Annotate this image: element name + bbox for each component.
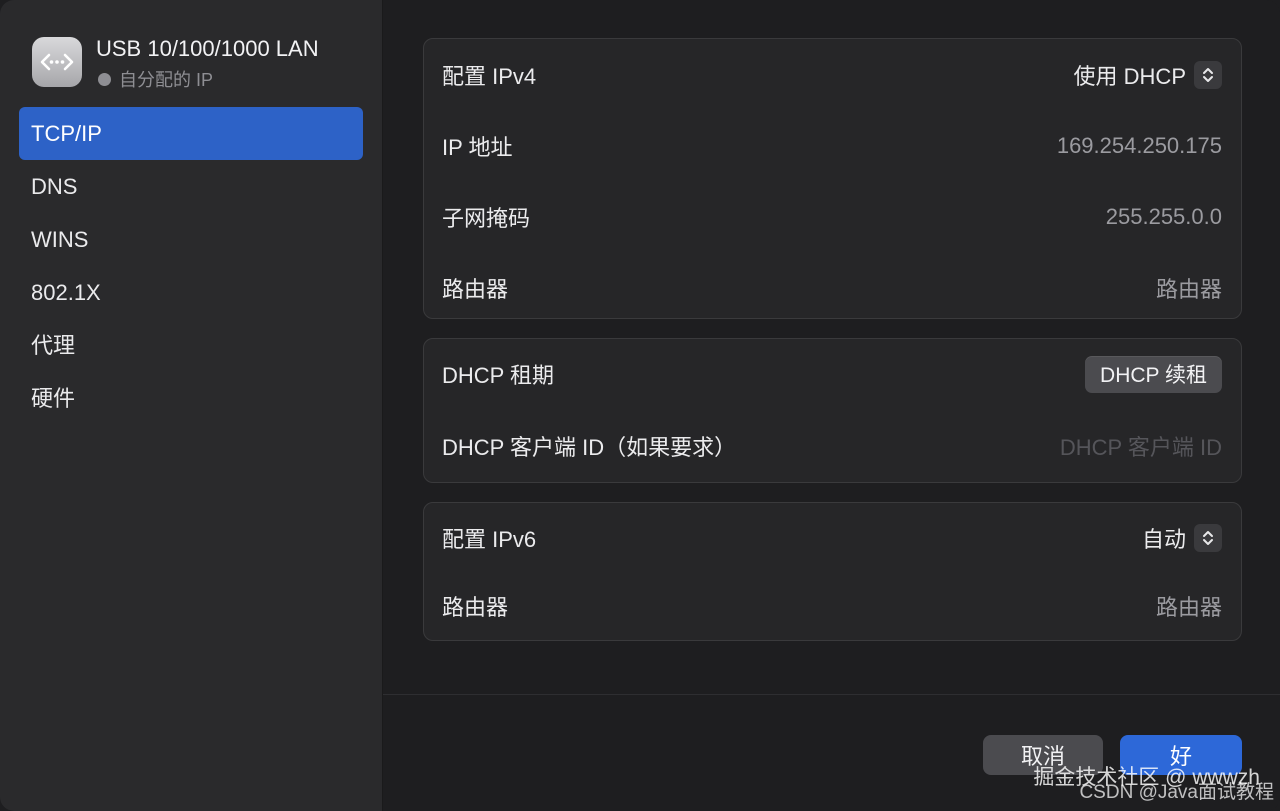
ipv4-router-row: 路由器 路由器	[424, 252, 1241, 323]
ipv6-router-label: 路由器	[442, 595, 509, 620]
sidebar-item-hardware[interactable]: 硬件	[19, 372, 363, 425]
ipv6-group: 配置 IPv6 自动 路由器 路由器	[423, 502, 1242, 641]
configure-ipv4-popup[interactable]: 使用 DHCP	[1074, 59, 1222, 91]
ipv4-router-label: 路由器	[442, 276, 509, 302]
subnet-mask-label: 子网掩码	[442, 205, 531, 231]
interface-status-text: 自分配的 IP	[119, 70, 214, 90]
configure-ipv4-label: 配置 IPv4	[442, 63, 537, 89]
up-down-chevron-icon	[1194, 60, 1222, 89]
ip-address-row: IP 地址 169.254.250.175	[424, 110, 1241, 181]
dhcp-renew-button[interactable]: DHCP 续租	[1085, 355, 1222, 393]
sidebar-item-tcpip[interactable]: TCP/IP	[19, 107, 363, 160]
ipv6-router-row: 路由器 路由器	[424, 572, 1241, 640]
ip-address-label: IP 地址	[442, 134, 513, 160]
ipv4-router-value: 路由器	[1155, 276, 1222, 302]
configure-ipv6-row: 配置 IPv6 自动	[424, 503, 1241, 572]
sidebar-item-dns[interactable]: DNS	[19, 160, 363, 213]
ipv6-router-value: 路由器	[1155, 595, 1222, 620]
configure-ipv4-row: 配置 IPv4 使用 DHCP	[424, 39, 1241, 110]
footer-divider	[383, 694, 1280, 695]
configure-ipv6-value: 自动	[1141, 526, 1186, 552]
sidebar: USB 10/100/1000 LAN 自分配的 IP TCP/IP DNS W…	[0, 0, 383, 811]
network-interface-icon	[32, 37, 82, 87]
dhcp-client-id-label: DHCP 客户端 ID（如果要求）	[442, 434, 737, 460]
interface-status: 自分配的 IP	[98, 66, 213, 92]
dhcp-lease-label: DHCP 租期	[442, 363, 555, 388]
subnet-mask-value: 255.255.0.0	[1105, 203, 1222, 229]
network-settings-window: USB 10/100/1000 LAN 自分配的 IP TCP/IP DNS W…	[0, 0, 1280, 811]
main-panel: 配置 IPv4 使用 DHCP IP 地址 169.254.250.175 子网…	[383, 0, 1280, 811]
sidebar-item-8021x[interactable]: 802.1X	[19, 266, 363, 319]
up-down-chevron-icon	[1194, 523, 1222, 552]
watermark-csdn: CSDN @Java面试教程	[1079, 782, 1274, 803]
configure-ipv6-popup[interactable]: 自动	[1142, 522, 1222, 554]
sidebar-item-wins[interactable]: WINS	[19, 213, 363, 266]
dhcp-group: DHCP 租期 DHCP 续租 DHCP 客户端 ID（如果要求） DHCP 客…	[423, 338, 1242, 483]
configure-ipv6-label: 配置 IPv6	[442, 526, 537, 552]
interface-title: USB 10/100/1000 LAN	[96, 36, 319, 61]
configure-ipv4-value: 使用 DHCP	[1073, 63, 1186, 89]
dhcp-client-id-field[interactable]: DHCP 客户端 ID	[1060, 430, 1222, 462]
sidebar-nav: TCP/IP DNS WINS 802.1X 代理 硬件	[19, 107, 363, 425]
sidebar-item-proxy[interactable]: 代理	[19, 319, 363, 372]
dhcp-client-id-row: DHCP 客户端 ID（如果要求） DHCP 客户端 ID	[424, 409, 1241, 482]
ip-address-value: 169.254.250.175	[1056, 132, 1222, 158]
status-dot-icon	[98, 72, 111, 86]
ipv4-group: 配置 IPv4 使用 DHCP IP 地址 169.254.250.175 子网…	[423, 38, 1242, 319]
dhcp-lease-row: DHCP 租期 DHCP 续租	[424, 339, 1241, 409]
subnet-mask-row: 子网掩码 255.255.0.0	[424, 181, 1241, 252]
